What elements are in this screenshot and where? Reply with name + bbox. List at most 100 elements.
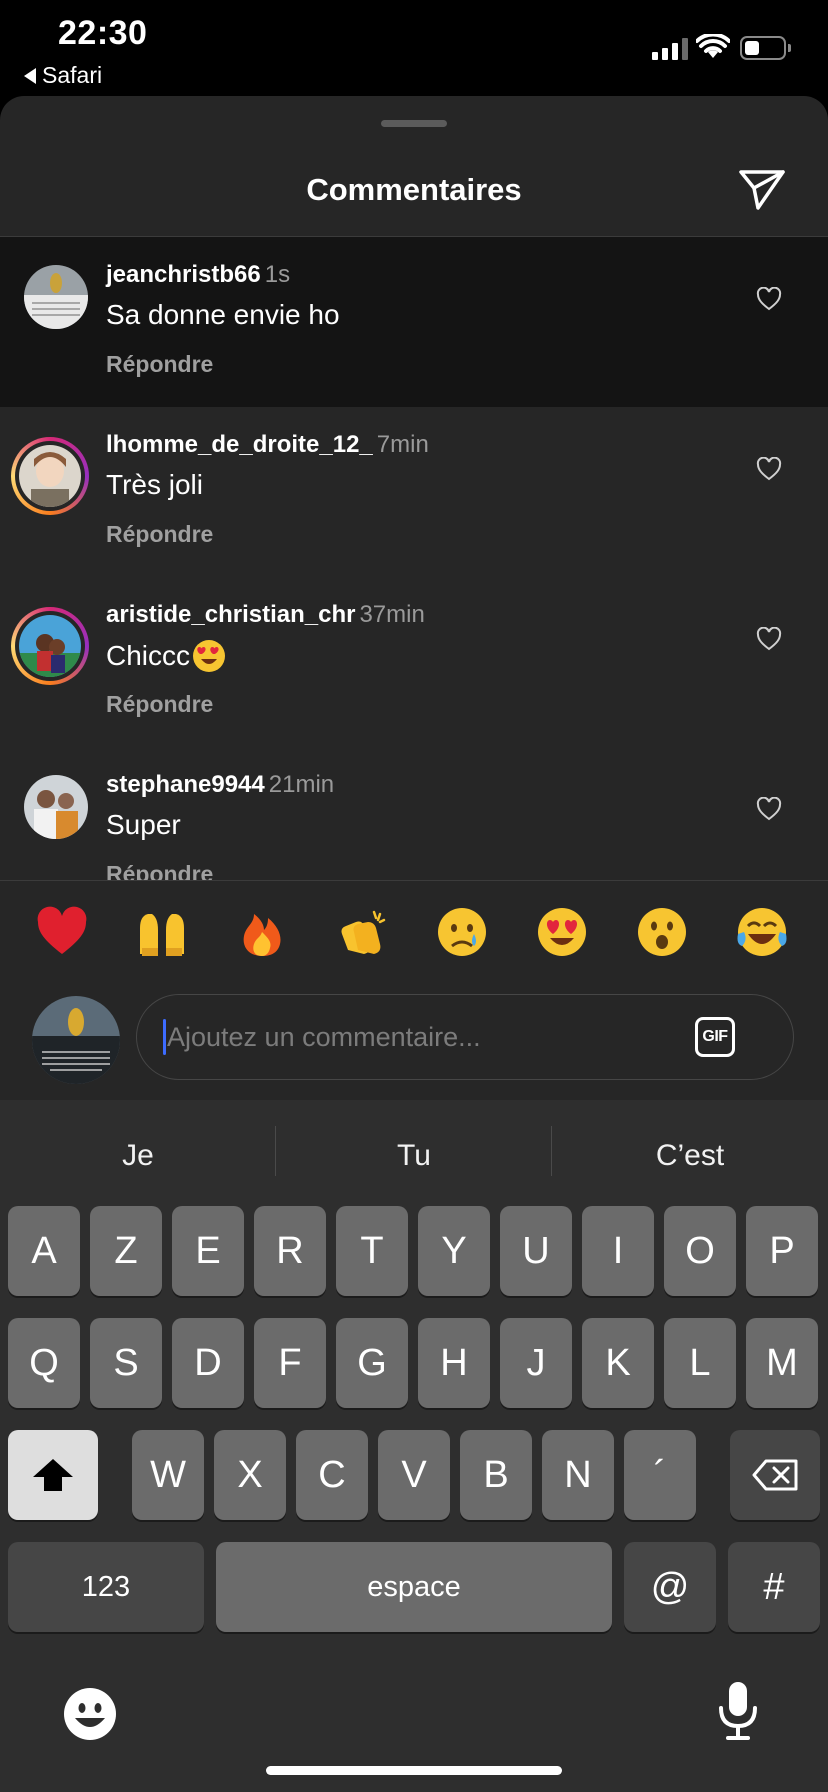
key-accent[interactable]: ´ — [624, 1430, 696, 1520]
key-a[interactable]: A — [8, 1206, 80, 1296]
microphone-icon[interactable] — [716, 1680, 760, 1742]
cellular-signal-icon — [652, 36, 688, 60]
clapping-hands-emoji-icon[interactable] — [334, 904, 390, 960]
comment-item: lhomme_de_droite_12_ 7min Très joli Répon… — [0, 407, 828, 577]
comment-item: stephane9944 21min Super Répondre — [0, 747, 828, 880]
comment-text: Très joli — [106, 469, 203, 500]
comment-item: aristide_christian_chr 37min Chiccc Répon… — [0, 577, 828, 747]
comment-username[interactable]: lhomme_de_droite_12_ — [106, 431, 373, 458]
key-r[interactable]: R — [254, 1206, 326, 1296]
user-avatar — [32, 996, 120, 1084]
key-j[interactable]: J — [500, 1318, 572, 1408]
avatar[interactable] — [24, 265, 88, 329]
crying-face-emoji-icon[interactable] — [434, 904, 490, 960]
back-to-app-button[interactable]: Safari — [24, 62, 102, 89]
like-heart-icon[interactable] — [756, 287, 782, 311]
text-cursor — [163, 1019, 166, 1055]
key-t[interactable]: T — [336, 1206, 408, 1296]
status-time: 22:30 — [58, 14, 148, 52]
like-heart-icon[interactable] — [756, 457, 782, 481]
sheet-grabber[interactable] — [381, 120, 447, 127]
key-f[interactable]: F — [254, 1318, 326, 1408]
like-heart-icon[interactable] — [756, 797, 782, 821]
key-n[interactable]: N — [542, 1430, 614, 1520]
comment-input[interactable] — [161, 1015, 667, 1059]
shift-arrow-icon — [33, 1459, 73, 1491]
key-x[interactable]: X — [214, 1430, 286, 1520]
emoji-keyboard-icon[interactable] — [62, 1686, 118, 1742]
prediction-2[interactable]: Tu — [276, 1126, 552, 1186]
key-y[interactable]: Y — [418, 1206, 490, 1296]
prediction-3[interactable]: C’est — [552, 1126, 828, 1186]
keyboard: Je Tu C’est A Z E R T Y U I O P Q S D F … — [0, 1100, 828, 1792]
reactions-divider — [0, 880, 828, 881]
red-heart-emoji-icon[interactable] — [34, 904, 90, 960]
story-ring[interactable] — [11, 437, 89, 515]
key-k[interactable]: K — [582, 1318, 654, 1408]
fire-emoji-icon[interactable] — [234, 904, 290, 960]
back-app-label: Safari — [42, 62, 103, 88]
comment-time: 7min — [376, 431, 429, 458]
key-i[interactable]: I — [582, 1206, 654, 1296]
comment-text: Sa donne envie ho — [106, 299, 340, 330]
astonished-face-emoji-icon[interactable] — [634, 904, 690, 960]
comment-item: jeanchristb66 1s Sa donne envie ho Répond… — [0, 237, 828, 407]
wifi-icon — [696, 34, 730, 58]
heart-eyes-emoji-icon — [193, 640, 226, 672]
avatar[interactable] — [24, 775, 88, 839]
comment-text: Super — [106, 809, 181, 840]
key-u[interactable]: U — [500, 1206, 572, 1296]
key-c[interactable]: C — [296, 1430, 368, 1520]
shift-key[interactable] — [8, 1430, 98, 1520]
avatar — [19, 615, 81, 677]
key-w[interactable]: W — [132, 1430, 204, 1520]
key-d[interactable]: D — [172, 1318, 244, 1408]
space-key[interactable]: espace — [216, 1542, 612, 1632]
numbers-key[interactable]: 123 — [8, 1542, 204, 1632]
key-v[interactable]: V — [378, 1430, 450, 1520]
share-send-icon[interactable] — [738, 168, 786, 212]
comment-username[interactable]: aristide_christian_chr — [106, 601, 355, 628]
reply-button[interactable]: Répondre — [106, 351, 213, 378]
key-l[interactable]: L — [664, 1318, 736, 1408]
comment-username[interactable]: jeanchristb66 — [106, 261, 261, 288]
delete-key[interactable] — [730, 1430, 820, 1520]
comment-time: 21min — [268, 771, 335, 798]
key-z[interactable]: Z — [90, 1206, 162, 1296]
key-p[interactable]: P — [746, 1206, 818, 1296]
key-m[interactable]: M — [746, 1318, 818, 1408]
sheet-title: Commentaires — [306, 172, 522, 207]
key-h[interactable]: H — [418, 1318, 490, 1408]
reply-button[interactable]: Répondre — [106, 691, 213, 718]
comments-sheet: Commentaires jeanchristb66 1s Sa donne en… — [0, 96, 828, 1102]
comment-composer[interactable]: GIF — [136, 994, 794, 1080]
home-indicator[interactable] — [266, 1766, 562, 1775]
reply-button[interactable]: Répondre — [106, 521, 213, 548]
key-b[interactable]: B — [460, 1430, 532, 1520]
heart-eyes-emoji-icon[interactable] — [534, 904, 590, 960]
key-s[interactable]: S — [90, 1318, 162, 1408]
hash-key[interactable]: # — [728, 1542, 820, 1632]
key-q[interactable]: Q — [8, 1318, 80, 1408]
story-ring[interactable] — [11, 607, 89, 685]
raising-hands-emoji-icon[interactable] — [134, 904, 190, 960]
tears-of-joy-emoji-icon[interactable] — [734, 904, 790, 960]
emoji-reaction-bar — [0, 904, 828, 964]
backspace-icon — [752, 1459, 798, 1491]
reply-button[interactable]: Répondre — [106, 861, 213, 880]
key-o[interactable]: O — [664, 1206, 736, 1296]
back-arrow-icon — [24, 67, 36, 84]
gif-button[interactable]: GIF — [695, 1017, 735, 1057]
status-bar: 22:30 Safari — [0, 0, 828, 96]
comments-list[interactable]: jeanchristb66 1s Sa donne envie ho Répond… — [0, 237, 828, 880]
avatar — [19, 445, 81, 507]
at-key[interactable]: @ — [624, 1542, 716, 1632]
prediction-1[interactable]: Je — [0, 1126, 276, 1186]
comment-time: 1s — [264, 261, 291, 288]
comment-time: 37min — [359, 601, 425, 628]
comment-text: Chiccc — [106, 639, 226, 673]
key-e[interactable]: E — [172, 1206, 244, 1296]
comment-username[interactable]: stephane9944 — [106, 771, 265, 798]
key-g[interactable]: G — [336, 1318, 408, 1408]
like-heart-icon[interactable] — [756, 627, 782, 651]
